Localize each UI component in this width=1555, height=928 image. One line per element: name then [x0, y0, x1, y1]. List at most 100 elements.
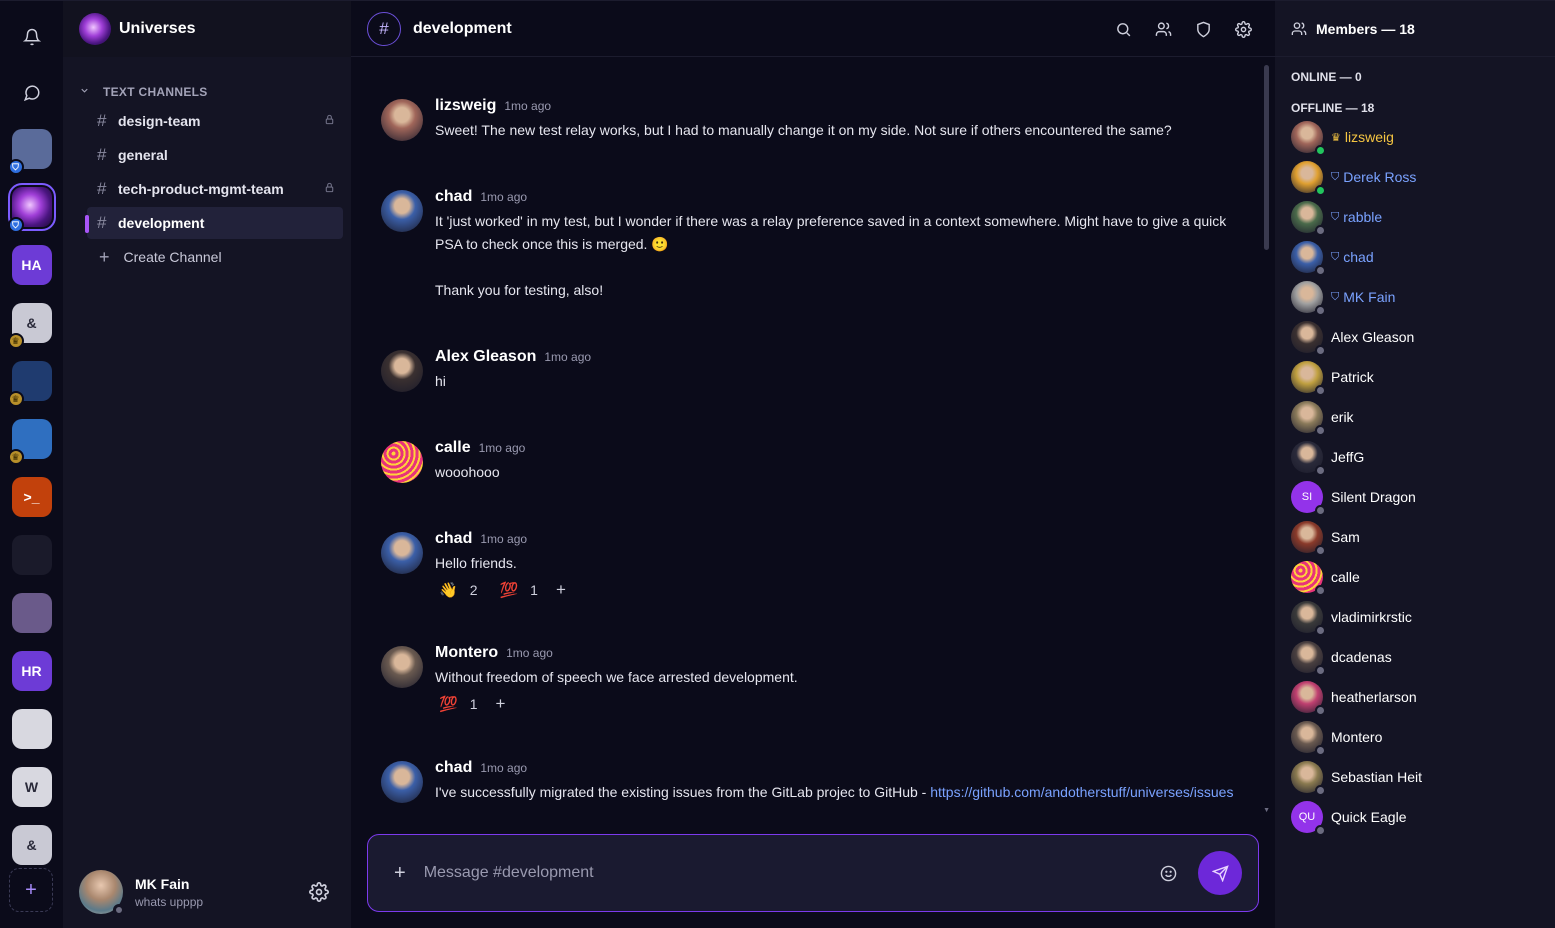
message-line: [435, 256, 1226, 279]
add-reaction-plus-icon[interactable]: +: [495, 694, 505, 714]
member-item[interactable]: ⛉ Derek Ross: [1275, 157, 1555, 197]
server-universes[interactable]: ⛉: [7, 183, 56, 233]
member-initials: QU: [1298, 811, 1316, 823]
member-status-dot: [1315, 625, 1326, 636]
direct-messages-chat-icon[interactable]: [18, 79, 46, 107]
message-scrollbar[interactable]: [1264, 65, 1269, 250]
message-avatar[interactable]: [381, 761, 423, 803]
member-item[interactable]: QU Quick Eagle: [1275, 797, 1555, 837]
member-name-text: Sebastian Heit: [1331, 769, 1423, 785]
member-avatar: [1291, 201, 1326, 236]
message-author[interactable]: lizsweig: [435, 97, 496, 115]
create-channel-button[interactable]: + Create Channel: [87, 241, 343, 273]
message-author[interactable]: Alex Gleason: [435, 348, 536, 366]
members-icon[interactable]: [1153, 19, 1173, 39]
channel-category-toggle[interactable]: TEXT CHANNELS: [63, 57, 351, 99]
user-settings-gear-icon[interactable]: [309, 882, 329, 907]
member-item[interactable]: ⛉ rabble: [1275, 197, 1555, 237]
current-user-avatar[interactable]: [79, 870, 125, 916]
reactions: 👋 2 💯 1 +: [435, 579, 566, 601]
message-avatar[interactable]: [381, 646, 423, 688]
member-status-dot: [1315, 185, 1326, 196]
server-ha[interactable]: HA: [11, 245, 52, 285]
add-server-button[interactable]: +: [9, 868, 53, 912]
member-item[interactable]: ⛉ MK Fain: [1275, 277, 1555, 317]
member-item[interactable]: Patrick: [1275, 357, 1555, 397]
message-input[interactable]: [423, 864, 1158, 882]
notifications-bell-icon[interactable]: [18, 23, 46, 51]
reaction-chip[interactable]: 👋 2: [435, 579, 481, 601]
server-nodes[interactable]: ♛: [7, 419, 52, 465]
message-avatar[interactable]: [381, 190, 423, 232]
server-terminal[interactable]: >_: [11, 477, 52, 517]
server-icon: >_: [11, 477, 52, 517]
message-author[interactable]: Montero: [435, 644, 498, 662]
channel-item-general[interactable]: # general: [87, 139, 343, 171]
server-imaginary[interactable]: ♛: [7, 361, 52, 407]
server-red-logo[interactable]: [11, 709, 52, 749]
reaction-chip[interactable]: 💯 1: [435, 693, 481, 715]
server-icon: W: [11, 767, 52, 807]
server-avatar[interactable]: [11, 535, 52, 575]
community-header[interactable]: Universes: [63, 1, 351, 57]
add-reaction-plus-icon[interactable]: +: [556, 580, 566, 600]
message-author[interactable]: calle: [435, 439, 471, 457]
member-item[interactable]: Sam: [1275, 517, 1555, 557]
attach-plus-icon[interactable]: +: [394, 862, 406, 885]
server-and-other-stuff[interactable]: & ♛: [7, 303, 52, 349]
member-name-text: Sam: [1331, 529, 1360, 545]
message-timestamp: 1mo ago: [506, 646, 553, 660]
member-item[interactable]: Montero: [1275, 717, 1555, 757]
member-item[interactable]: Alex Gleason: [1275, 317, 1555, 357]
member-item[interactable]: heatherlarson: [1275, 677, 1555, 717]
search-icon[interactable]: [1113, 19, 1133, 39]
server-icon: HR: [11, 651, 52, 691]
message-author[interactable]: chad: [435, 759, 472, 777]
member-item[interactable]: ⛉ chad: [1275, 237, 1555, 277]
member-status-dot: [1315, 385, 1326, 396]
lock-icon: [324, 114, 335, 128]
member-item[interactable]: erik: [1275, 397, 1555, 437]
channel-settings-gear-icon[interactable]: [1233, 19, 1253, 39]
member-item[interactable]: SI Silent Dragon: [1275, 477, 1555, 517]
channel-item-development[interactable]: # development: [85, 207, 343, 239]
member-item[interactable]: dcadenas: [1275, 637, 1555, 677]
message-line: hi: [435, 373, 446, 389]
message-avatar[interactable]: [381, 441, 423, 483]
channel-item-design-team[interactable]: # design-team: [87, 105, 343, 137]
member-item[interactable]: vladimirkrstic: [1275, 597, 1555, 637]
scroll-down-arrow-icon[interactable]: ▼: [1263, 807, 1270, 814]
member-name: calle: [1331, 569, 1360, 585]
member-item[interactable]: calle: [1275, 557, 1555, 597]
member-name-text: vladimirkrstic: [1331, 609, 1412, 625]
server-hr[interactable]: HR: [11, 651, 52, 691]
shield-icon[interactable]: [1193, 19, 1213, 39]
message-avatar[interactable]: [381, 532, 423, 574]
message: lizsweig 1mo ago Sweet! The new test relay…: [381, 97, 1241, 142]
server-and-other-stuff-2[interactable]: &: [11, 825, 52, 865]
reaction-chip[interactable]: 💯 1: [495, 579, 541, 601]
message-author[interactable]: chad: [435, 188, 472, 206]
message-avatar[interactable]: [381, 350, 423, 392]
message-avatar[interactable]: [381, 99, 423, 141]
member-item[interactable]: ♛ lizsweig: [1275, 117, 1555, 157]
message-author[interactable]: chad: [435, 530, 472, 548]
member-name: Patrick: [1331, 369, 1374, 385]
member-name-text: dcadenas: [1331, 649, 1392, 665]
member-name: ⛉ MK Fain: [1331, 289, 1395, 305]
server-w[interactable]: W: [11, 767, 52, 807]
member-item[interactable]: JeffG: [1275, 437, 1555, 477]
server-initials: W: [24, 779, 39, 795]
member-name-text: lizsweig: [1344, 129, 1394, 145]
emoji-icon[interactable]: [1158, 863, 1178, 883]
server-pink[interactable]: [11, 593, 52, 633]
member-status-dot: [1315, 425, 1326, 436]
member-status-dot: [1315, 345, 1326, 356]
member-item[interactable]: Sebastian Heit: [1275, 757, 1555, 797]
send-button[interactable]: [1198, 851, 1242, 895]
server-1[interactable]: ⛉: [7, 129, 52, 175]
message-link[interactable]: https://github.com/andotherstuff/univers…: [930, 784, 1233, 800]
member-status-dot: [1315, 665, 1326, 676]
member-avatar: [1291, 121, 1326, 156]
channel-item-tech-product-mgmt-team[interactable]: # tech-product-mgmt-team: [87, 173, 343, 205]
